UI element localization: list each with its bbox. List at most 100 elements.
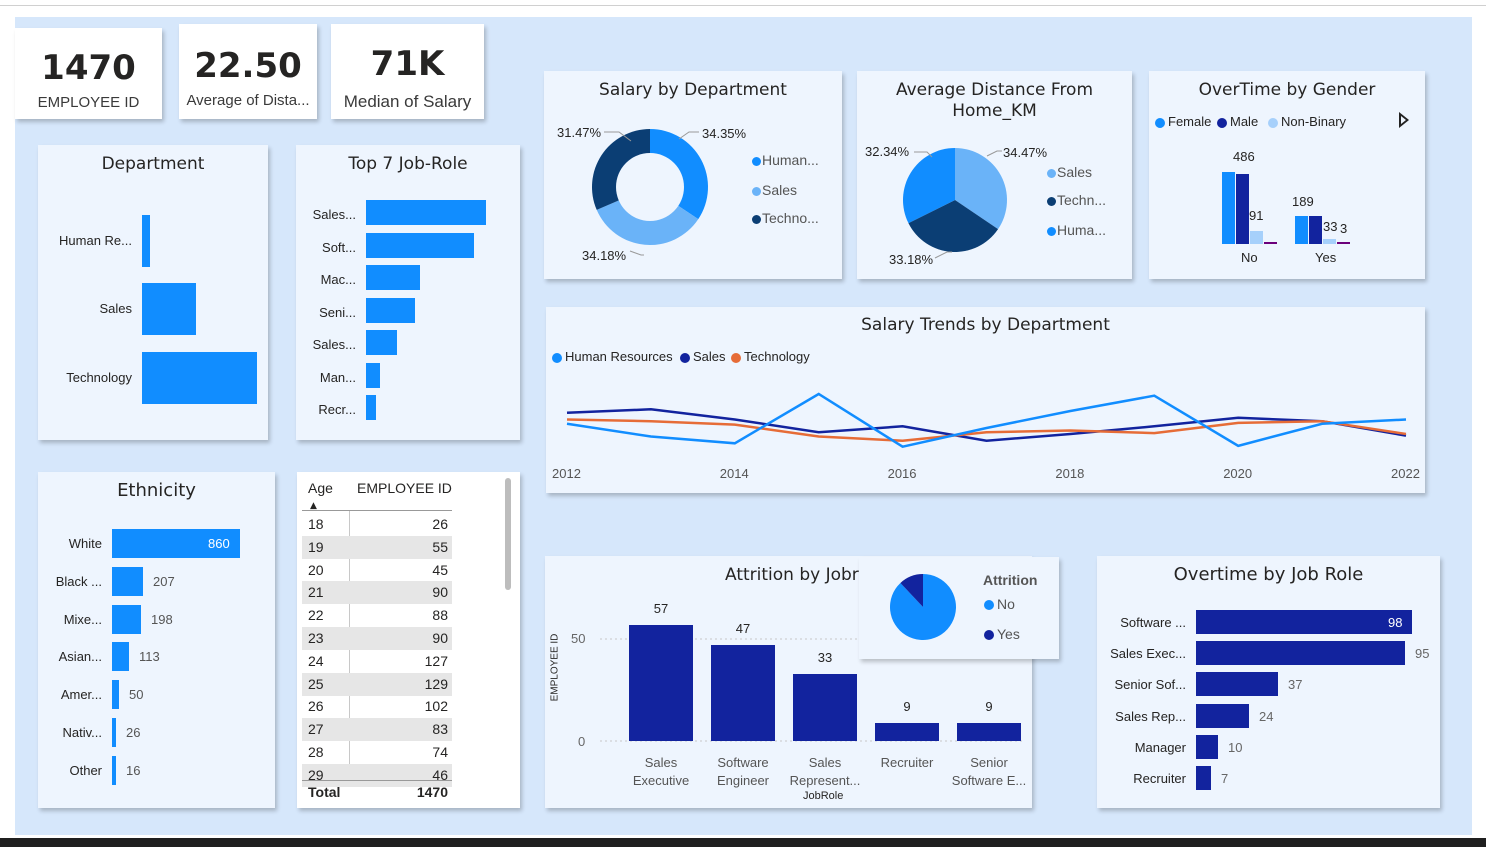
- column-header-employee-id[interactable]: EMPLOYEE ID: [357, 480, 452, 496]
- bar[interactable]: [142, 215, 150, 267]
- bar[interactable]: [793, 674, 857, 741]
- legend-dot: [1217, 117, 1227, 128]
- ethnicity-chart[interactable]: Ethnicity White 860 Black ... 207 Mixe... 198…: [38, 472, 275, 808]
- table-row[interactable]: 23 90: [302, 627, 452, 650]
- bar[interactable]: [112, 680, 119, 710]
- cell-employee-id: 26: [432, 516, 448, 532]
- bar[interactable]: [1196, 641, 1405, 666]
- bar[interactable]: [1196, 672, 1278, 697]
- legend-item-non-binary[interactable]: Non-Binary: [1268, 114, 1346, 129]
- salary-trends-chart[interactable]: Salary Trends by Department Human Resour…: [546, 307, 1425, 493]
- legend-item-technology[interactable]: Techno...: [752, 210, 819, 226]
- overtime-by-job-role-chart[interactable]: Overtime by Job Role Software ... 98 Sales…: [1097, 556, 1440, 808]
- legend-item-human[interactable]: Human...: [752, 152, 819, 168]
- y-tick-label: Nativ...: [62, 725, 103, 740]
- bar[interactable]: [112, 642, 129, 672]
- table-scrollbar[interactable]: [505, 478, 511, 590]
- table-row[interactable]: 26 102: [302, 695, 452, 718]
- bar[interactable]: [366, 265, 420, 290]
- attrition-pie-chart[interactable]: Attrition No Yes: [859, 557, 1059, 659]
- legend-item-no[interactable]: No: [984, 596, 1015, 612]
- cell-employee-id: 88: [432, 607, 448, 624]
- department-chart[interactable]: Department Human Re... Sales Technology: [38, 145, 268, 440]
- line-plot-svg: [566, 392, 1407, 449]
- data-label: 198: [151, 611, 173, 627]
- bar[interactable]: [112, 755, 116, 785]
- bar[interactable]: [112, 604, 141, 634]
- bar[interactable]: [366, 362, 380, 388]
- slice-label-sales: 34.47%: [1003, 145, 1048, 160]
- bar[interactable]: [1222, 172, 1235, 244]
- bar[interactable]: [1236, 174, 1249, 244]
- kpi-card-average-distance[interactable]: 22.50 Average of Dista...: [179, 24, 317, 119]
- top-job-role-chart[interactable]: Top 7 Job-Role Sales... Soft... Mac... Seni…: [296, 145, 520, 440]
- legend-item-female[interactable]: Female: [1155, 114, 1211, 129]
- data-label: 3: [1340, 221, 1348, 236]
- cell-age: 23: [308, 630, 324, 646]
- header-divider: [302, 510, 452, 511]
- bar[interactable]: [1264, 242, 1277, 244]
- bar[interactable]: [142, 352, 257, 404]
- bar[interactable]: [1196, 734, 1218, 759]
- legend-item-techn[interactable]: Techn...: [1047, 192, 1106, 208]
- legend-dot: [1268, 117, 1278, 128]
- bar[interactable]: [1295, 216, 1308, 244]
- overtime-by-gender-chart[interactable]: OverTime by Gender Female Male Non-Binar…: [1149, 71, 1425, 279]
- salary-by-department-chart[interactable]: Salary by Department 31.47% 34.35% 34.18…: [544, 71, 842, 279]
- column-header-age[interactable]: Age: [308, 480, 333, 496]
- bar[interactable]: [1323, 239, 1336, 244]
- table-row[interactable]: 27 83: [302, 718, 452, 742]
- kpi-label: EMPLOYEE ID: [37, 94, 140, 111]
- y-tick-label: Other: [69, 762, 102, 778]
- series-line[interactable]: [566, 418, 1407, 443]
- table-row[interactable]: 22 88: [302, 604, 452, 627]
- age-employee-table[interactable]: Age ▲ EMPLOYEE ID 18 26 19 55 20 45 21 90 22 88 23…: [297, 472, 520, 808]
- legend-dot: [752, 214, 761, 224]
- table-row[interactable]: 19 55: [302, 535, 452, 559]
- y-tick-label: Sales Rep...: [1115, 708, 1186, 724]
- bar[interactable]: [112, 718, 116, 747]
- cell-employee-id: 90: [432, 630, 448, 646]
- bar[interactable]: [366, 395, 376, 420]
- table-row[interactable]: 18 26: [302, 513, 452, 536]
- x-tick-label: 2012: [552, 466, 581, 481]
- data-label: 24: [1259, 708, 1274, 724]
- table-row[interactable]: 25 129: [302, 672, 452, 696]
- legend-item-male[interactable]: Male: [1217, 114, 1258, 129]
- bar[interactable]: [957, 723, 1021, 741]
- bar[interactable]: [366, 330, 397, 355]
- legend-item-huma[interactable]: Huma...: [1047, 222, 1106, 238]
- table-row[interactable]: 20 45: [302, 559, 452, 582]
- table-row[interactable]: 21 90: [302, 581, 452, 605]
- bar[interactable]: [366, 200, 486, 225]
- table-row[interactable]: 24 127: [302, 650, 452, 673]
- bar[interactable]: [1196, 610, 1412, 634]
- y-tick-label: Manager: [1134, 739, 1186, 755]
- kpi-card-median-salary[interactable]: 71K Median of Salary: [331, 24, 484, 119]
- table-row[interactable]: 28 74: [302, 741, 452, 764]
- data-label: 91: [1249, 208, 1264, 223]
- bar[interactable]: [1250, 231, 1263, 244]
- bar[interactable]: [366, 297, 415, 323]
- cell-age: 21: [308, 584, 324, 601]
- legend-item-yes[interactable]: Yes: [984, 626, 1020, 642]
- legend-item-sales[interactable]: Sales: [1047, 164, 1092, 180]
- bar[interactable]: [142, 283, 196, 335]
- data-label: 50: [129, 687, 144, 703]
- legend-item-sales[interactable]: Sales: [752, 182, 797, 198]
- bar[interactable]: [1309, 216, 1322, 244]
- data-label: 33: [1323, 219, 1338, 234]
- taskbar-strip: [0, 838, 1486, 847]
- bar[interactable]: [366, 232, 474, 258]
- bar[interactable]: [1196, 766, 1211, 790]
- bar[interactable]: [875, 723, 939, 741]
- average-distance-chart[interactable]: Average Distance From Home_KM 32.34% 34.…: [857, 71, 1132, 279]
- kpi-card-employee-count[interactable]: 1470 EMPLOYEE ID: [15, 28, 162, 119]
- bar[interactable]: [112, 566, 143, 596]
- bar[interactable]: [711, 645, 775, 741]
- bar[interactable]: [1337, 242, 1350, 244]
- bar[interactable]: [1196, 703, 1249, 728]
- bar[interactable]: [629, 625, 693, 741]
- y-tick-label: Black ...: [55, 573, 102, 589]
- x-tick-label: Software E...: [951, 773, 1027, 788]
